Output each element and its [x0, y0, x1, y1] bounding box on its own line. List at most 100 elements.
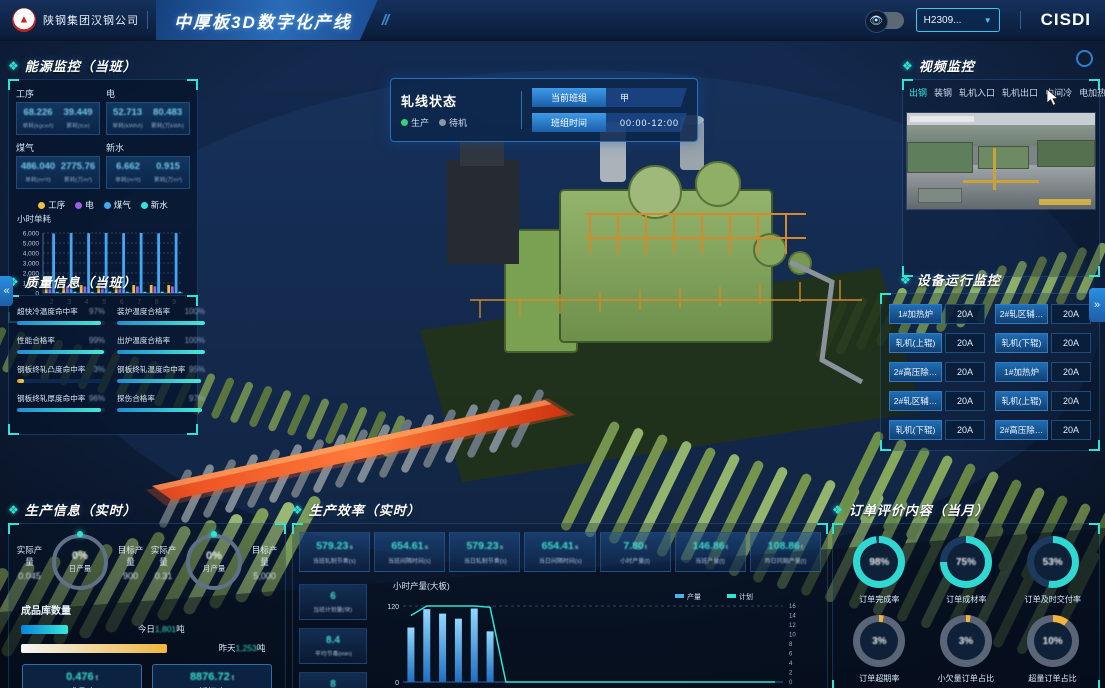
- quality-panel: ❖ 质量信息（当班） 超快冷温度命中率97% 装炉温度合格率100% 性能合格率…: [8, 272, 198, 435]
- line-status-legend: 生产 待机: [401, 116, 511, 129]
- tab-camera-0[interactable]: 出钢: [909, 86, 927, 103]
- energy-groups: 工序 68.226单耗(kgce/t) 39.449累耗(tce) 电 52.7…: [9, 80, 197, 196]
- production-panel: ❖ 生产信息（实时） 实际产量0.045 0%日产量 目标产量900 实际产量0…: [8, 500, 286, 688]
- svg-text:2: 2: [789, 671, 793, 677]
- quality-item: 探伤合格率97%: [117, 393, 205, 412]
- donut-cell: 3%小欠量订单占比: [926, 615, 1007, 684]
- daily-output-cluster: 实际产量0.045 0%日产量 目标产量900: [13, 534, 147, 590]
- equipment-item: 2#高压除…20A: [889, 362, 985, 382]
- cctv-camera-label-overlay: [1039, 199, 1091, 205]
- tab-camera-2[interactable]: 轧机入口: [959, 86, 995, 103]
- energy-chart-legend: 工序 电 煤气 新水: [9, 199, 197, 211]
- panel-diamond-icon: ❖: [8, 59, 19, 73]
- svg-text:16: 16: [789, 604, 796, 610]
- stock-title: 成品库数量: [21, 602, 285, 617]
- energy-group-water: 新水 6.662单耗(m³/t) 0.915累耗(万m³): [106, 141, 190, 189]
- visibility-toggle[interactable]: 👁: [866, 12, 904, 29]
- energy-value: 6.662: [110, 161, 146, 172]
- stat-card: 7.80t小时产量(t): [600, 532, 671, 572]
- mini-stat: 6当班计划量(块): [299, 584, 367, 620]
- video-panel-title: 视频监控: [919, 56, 975, 75]
- equipment-list: 1#加热炉20A 2#轧区辅…20A 轧机(上辊)20A 轧机(下辊)20A 2…: [881, 294, 1099, 450]
- quality-item: 性能合格率99%: [17, 335, 105, 354]
- energy-value: 2775.76: [60, 161, 96, 172]
- donut-cell: 53%订单及时交付率: [1012, 536, 1093, 605]
- energy-value: 80.483: [149, 107, 186, 118]
- orders-panel-title: 订单评价内容（当月）: [849, 500, 989, 519]
- efficiency-stats: 579.23s当班轧制节奏(s) 654.61s当班间隔时间(s) 579.23…: [293, 524, 827, 576]
- equipment-panel: ❖ 设备运行监控 1#加热炉20A 2#轧区辅…20A 轧机(上辊)20A 轧机…: [880, 270, 1100, 451]
- mini-stat: 8计划完成量(块): [299, 672, 367, 688]
- divider: [147, 11, 148, 29]
- svg-text:4: 4: [789, 661, 793, 667]
- shift-dropdown[interactable]: H2309... ▼: [916, 8, 1000, 32]
- energy-group-process: 工序 68.226单耗(kgce/t) 39.449累耗(tce): [16, 87, 100, 135]
- svg-text:6: 6: [789, 652, 793, 658]
- equipment-item: 2#高压除…20A: [995, 420, 1091, 440]
- svg-text:0: 0: [789, 680, 793, 686]
- energy-value: 0.915: [150, 161, 186, 172]
- left-collapse-tab[interactable]: «: [0, 276, 13, 306]
- video-panel-action-icon[interactable]: [1076, 50, 1093, 67]
- title-slash-decoration: //: [382, 12, 388, 29]
- panel-diamond-icon: ❖: [902, 59, 913, 73]
- quality-items: 超快冷温度命中率97% 装炉温度合格率100% 性能合格率99% 出炉温度合格率…: [9, 296, 197, 422]
- quality-item: 出炉温度合格率100%: [117, 335, 205, 354]
- line-status-panel: 轧线状态 生产 待机 当前班组 甲 班组时间 00:00-12:00: [390, 78, 698, 142]
- quality-item: 超快冷温度命中率97%: [17, 306, 105, 325]
- equipment-item: 轧机(上辊)20A: [995, 391, 1091, 411]
- donut-cell: 3%订单超期率: [839, 615, 920, 684]
- tab-camera-5[interactable]: 电加热: [1079, 86, 1105, 103]
- company-name: 陕钢集团汉钢公司: [43, 12, 139, 28]
- finished-stock-box: 0.476t 成品库: [22, 664, 142, 688]
- stock-bar-today: 今日1,801吨: [21, 623, 273, 635]
- stat-card: 146.86t当班产量(t): [675, 532, 746, 572]
- stat-card: 654.61s当班间隔时间(s): [374, 532, 445, 572]
- svg-text:4,000: 4,000: [23, 251, 40, 258]
- efficiency-panel-title: 生产效率（实时）: [309, 500, 421, 519]
- monthly-output-cluster: 实际产量0.31 0%月产量 目标产量5,000: [147, 534, 281, 590]
- current-shift-badge: 当前班组 甲: [532, 88, 687, 107]
- energy-value: 486.040: [20, 161, 56, 172]
- tab-camera-3[interactable]: 轧机出口: [1002, 86, 1038, 103]
- hourly-output-chart: 1200012345678910111213141516171819202122…: [375, 592, 821, 688]
- equipment-item: 轧机(上辊)20A: [889, 333, 985, 353]
- equipment-panel-title: 设备运行监控: [917, 270, 1001, 289]
- stat-card: 654.41s当日间隔时间(s): [524, 532, 595, 572]
- svg-text:10: 10: [789, 633, 796, 639]
- top-bar: 陕钢集团汉钢公司 中厚板3D数字化产线 // 👁 H2309... ▼ CISD…: [0, 0, 1105, 41]
- shift-time-badge: 班组时间 00:00-12:00: [532, 113, 687, 132]
- equipment-item: 1#加热炉20A: [889, 304, 985, 324]
- stat-card: 579.23s当日轧制节奏(s): [449, 532, 520, 572]
- energy-group-gas: 煤气 486.040单耗(m³/t) 2775.76累耗(万m³): [16, 141, 100, 189]
- quality-panel-title: 质量信息（当班）: [25, 272, 137, 291]
- tab-camera-1[interactable]: 装钢: [934, 86, 952, 103]
- svg-text:3,000: 3,000: [23, 261, 40, 268]
- hour-chart-title: 小时产量(大板): [393, 580, 821, 592]
- eye-icon: 👁: [865, 10, 888, 33]
- svg-text:120: 120: [387, 604, 399, 611]
- panel-diamond-icon: ❖: [832, 503, 843, 517]
- efficiency-mini-stats: 6当班计划量(块) 8.4平均节奏(min) 8计划完成量(块): [299, 580, 367, 688]
- cctv-timestamp-overlay: [910, 116, 974, 122]
- quality-item: 钢板终轧温度命中率95%: [117, 364, 205, 383]
- svg-text:8: 8: [789, 642, 793, 648]
- stock-bar-yesterday: 昨天1,253吨: [21, 642, 273, 654]
- daily-output-ring: 0%日产量: [52, 534, 108, 590]
- donut-cell: 10%超量订单占比: [1012, 615, 1093, 684]
- energy-chart-title: 小时单耗: [17, 213, 197, 225]
- energy-value: 39.449: [60, 107, 96, 118]
- slab-stock-box: 8876.72t 板坯库: [152, 664, 272, 688]
- monthly-output-ring: 0%月产量: [186, 534, 242, 590]
- svg-text:5,000: 5,000: [23, 241, 40, 248]
- page-title-plate: 中厚板3D数字化产线: [156, 0, 378, 40]
- cctv-video-frame[interactable]: [907, 113, 1095, 209]
- energy-group-electric: 电 52.713单耗(kWh/t) 80.483累耗(万kWh): [106, 87, 190, 135]
- donut-cell: 75%订单成材率: [926, 536, 1007, 605]
- line-status-title: 轧线状态: [401, 91, 511, 110]
- equipment-item: 1#加热炉20A: [995, 362, 1091, 382]
- right-collapse-tab[interactable]: »: [1089, 288, 1105, 322]
- svg-text:产量: 产量: [687, 592, 701, 601]
- equipment-item: 2#轧区辅…20A: [995, 304, 1091, 324]
- tab-camera-4[interactable]: 中间冷: [1045, 86, 1072, 103]
